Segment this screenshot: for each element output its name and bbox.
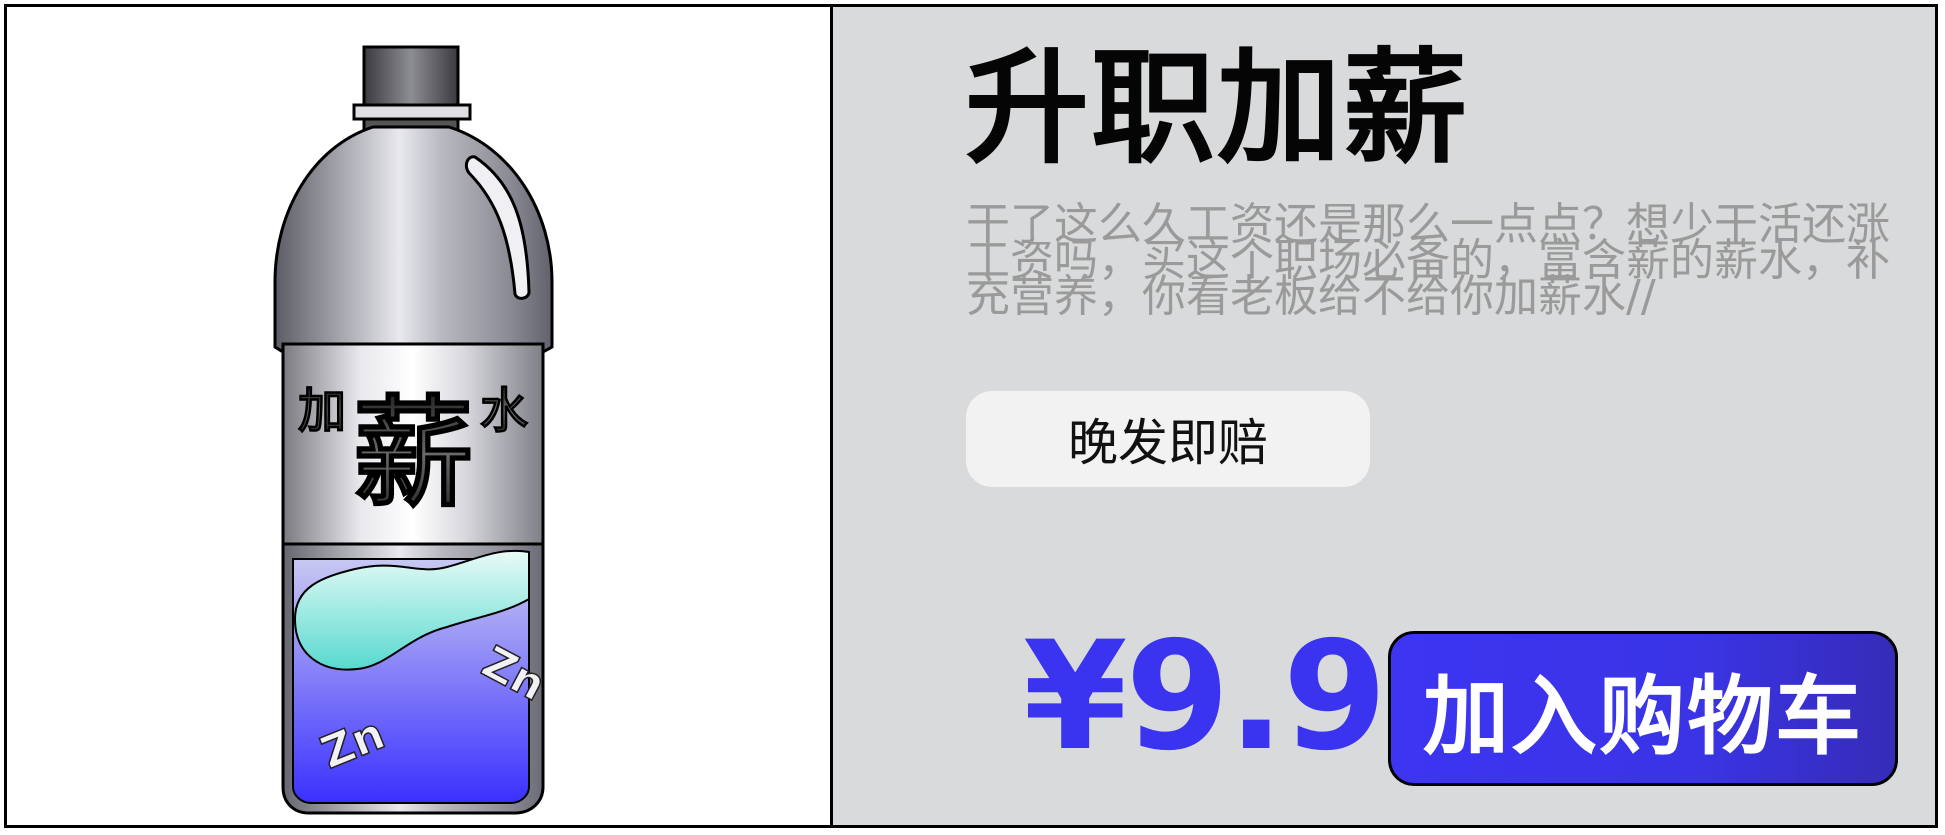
bottle-illustration: 加 薪 水 Zn Zn bbox=[273, 45, 554, 815]
bottle-label-left-char: 加 bbox=[298, 383, 346, 439]
product-title: 升职加薪 bbox=[965, 37, 1470, 181]
product-card: 加 薪 水 Zn Zn 升职加薪 干了这么久工资还是那么一点点？想少干活还涨工资… bbox=[4, 4, 1938, 828]
bottle-label-right-char: 水 bbox=[480, 383, 529, 439]
product-description: 干了这么久工资还是那么一点点？想少干活还涨工资吗，买这个职场必备的，富含薪的薪水… bbox=[966, 199, 1890, 322]
product-info-panel: 升职加薪 干了这么久工资还是那么一点点？想少干活还涨工资吗，买这个职场必备的，富… bbox=[833, 7, 1935, 825]
product-price: ¥9.9 bbox=[1023, 610, 1387, 784]
product-image-panel: 加 薪 水 Zn Zn bbox=[7, 7, 833, 825]
bottle-label-center-char: 薪 bbox=[353, 385, 473, 524]
shipping-guarantee-badge: 晚发即赔 bbox=[966, 391, 1370, 487]
add-to-cart-button[interactable]: 加入购物车 bbox=[1388, 631, 1898, 786]
